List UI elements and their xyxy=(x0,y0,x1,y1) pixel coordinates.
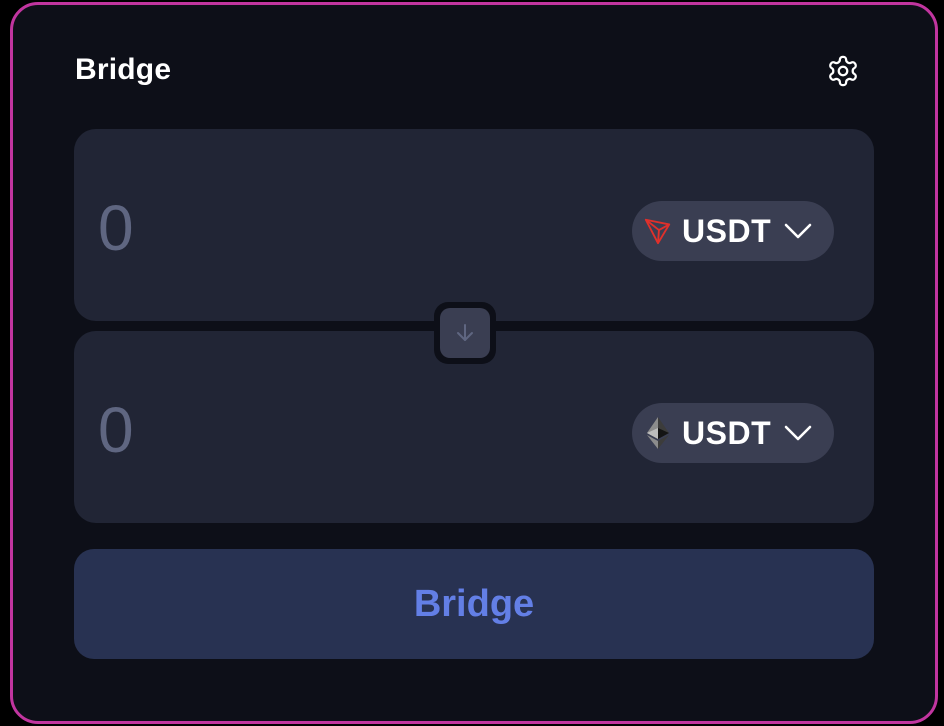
chevron-down-icon xyxy=(783,423,813,443)
settings-button[interactable] xyxy=(825,53,861,89)
swap-button-face xyxy=(440,308,490,358)
from-token-symbol: USDT xyxy=(682,212,772,249)
bridge-card: Bridge USDT xyxy=(10,2,938,724)
page-title: Bridge xyxy=(75,53,172,86)
tron-icon xyxy=(642,215,674,247)
from-token-selector[interactable]: USDT xyxy=(632,201,834,261)
bridge-button[interactable]: Bridge xyxy=(74,549,874,659)
chevron-down-icon xyxy=(783,221,813,241)
gear-icon xyxy=(829,55,857,87)
from-panel: USDT xyxy=(74,129,874,321)
to-token-symbol: USDT xyxy=(682,414,772,451)
swap-direction-button[interactable] xyxy=(434,302,496,364)
arrow-down-icon xyxy=(457,324,473,341)
to-token-selector[interactable]: USDT xyxy=(632,403,834,463)
ethereum-icon xyxy=(642,417,674,449)
from-amount-input[interactable] xyxy=(98,195,498,261)
to-amount-input[interactable] xyxy=(98,397,498,463)
